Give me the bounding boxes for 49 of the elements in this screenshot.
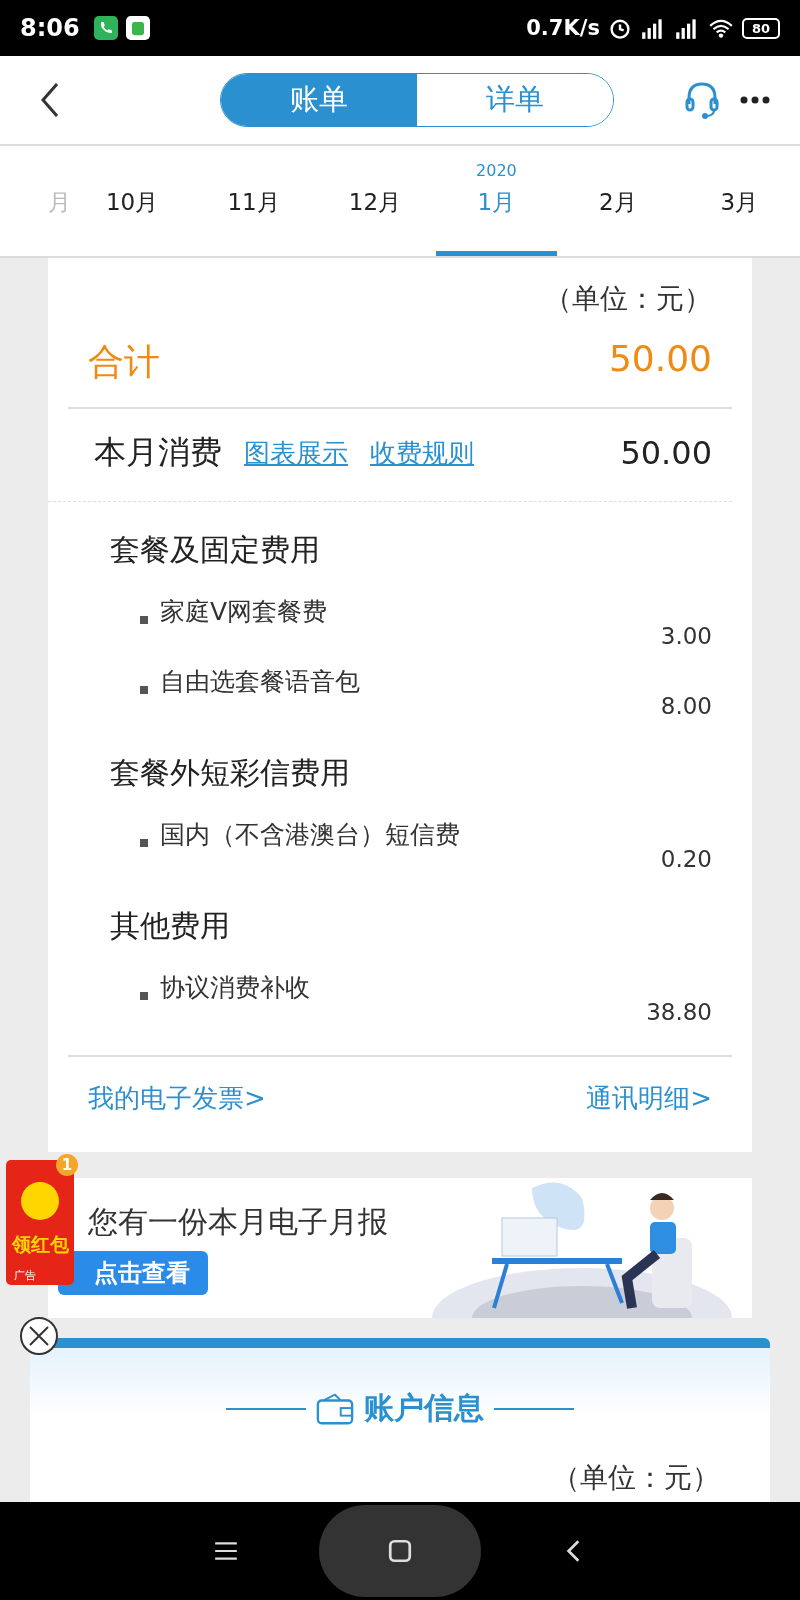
fee-name: 自由选套餐语音包 bbox=[160, 666, 360, 698]
bullet-icon bbox=[140, 616, 148, 624]
home-icon bbox=[387, 1538, 413, 1564]
month-tab[interactable]: 月 bbox=[0, 146, 72, 256]
bill-tab[interactable]: 账单 bbox=[221, 74, 417, 126]
close-icon[interactable] bbox=[19, 1316, 59, 1356]
account-title: 账户信息 bbox=[364, 1389, 484, 1427]
wallet-icon bbox=[316, 1391, 354, 1426]
bullet-icon bbox=[140, 992, 148, 1000]
section-title: 套餐外短彩信费用 bbox=[110, 754, 351, 792]
status-time: 8:06 bbox=[20, 14, 80, 42]
bill-link[interactable]: 图表展示 bbox=[244, 435, 348, 471]
fee-amount: 0.20 bbox=[660, 846, 712, 872]
month-tab[interactable]: 12月 bbox=[314, 146, 436, 256]
month-tab[interactable]: 10月 bbox=[71, 146, 193, 256]
footer-link[interactable]: 通讯明细> bbox=[586, 1081, 712, 1116]
bullet-icon bbox=[140, 839, 148, 847]
total-value: 50.00 bbox=[608, 338, 712, 381]
month-tab[interactable]: 11月 bbox=[192, 146, 315, 256]
wifi-icon bbox=[707, 17, 734, 39]
unit-label: （单位：元） bbox=[552, 1460, 720, 1496]
more-icon[interactable] bbox=[740, 96, 770, 104]
footer-link[interactable]: 我的电子发票> bbox=[88, 1081, 266, 1116]
phone-icon bbox=[93, 16, 118, 40]
app-icon bbox=[125, 16, 150, 40]
bill-link[interactable]: 收费规则 bbox=[370, 435, 474, 471]
fee-name: 家庭V网套餐费 bbox=[160, 596, 328, 628]
month-tab[interactable]: 2月 bbox=[557, 146, 679, 256]
ad-title: 您有一份本月电子月报 bbox=[88, 1202, 388, 1241]
fee-name: 协议消费补收 bbox=[160, 972, 310, 1004]
bullet-icon bbox=[140, 686, 148, 694]
total-label: 合计 bbox=[88, 340, 160, 384]
count-badge: 1 bbox=[56, 1154, 78, 1176]
back-icon[interactable] bbox=[40, 82, 60, 118]
month-tab[interactable]: 3月 bbox=[678, 146, 800, 256]
month-fee-label: 本月消费 bbox=[94, 432, 222, 473]
section-title: 套餐及固定费用 bbox=[110, 531, 321, 569]
fee-amount: 38.80 bbox=[646, 999, 712, 1025]
headset-icon[interactable] bbox=[684, 80, 720, 120]
unit-label: （单位：元） bbox=[544, 281, 712, 317]
month-fee-value: 50.00 bbox=[620, 434, 712, 472]
section-title: 其他费用 bbox=[110, 907, 231, 945]
fee-name: 国内（不含港澳台）短信费 bbox=[160, 819, 460, 851]
fee-amount: 8.00 bbox=[660, 693, 712, 719]
fee-amount: 3.00 bbox=[660, 623, 712, 649]
ad-tag: 广告 bbox=[14, 1268, 36, 1283]
coin-icon bbox=[21, 1182, 59, 1220]
battery-level: 80 bbox=[741, 17, 780, 39]
network-speed: 0.7K/s bbox=[526, 16, 600, 40]
